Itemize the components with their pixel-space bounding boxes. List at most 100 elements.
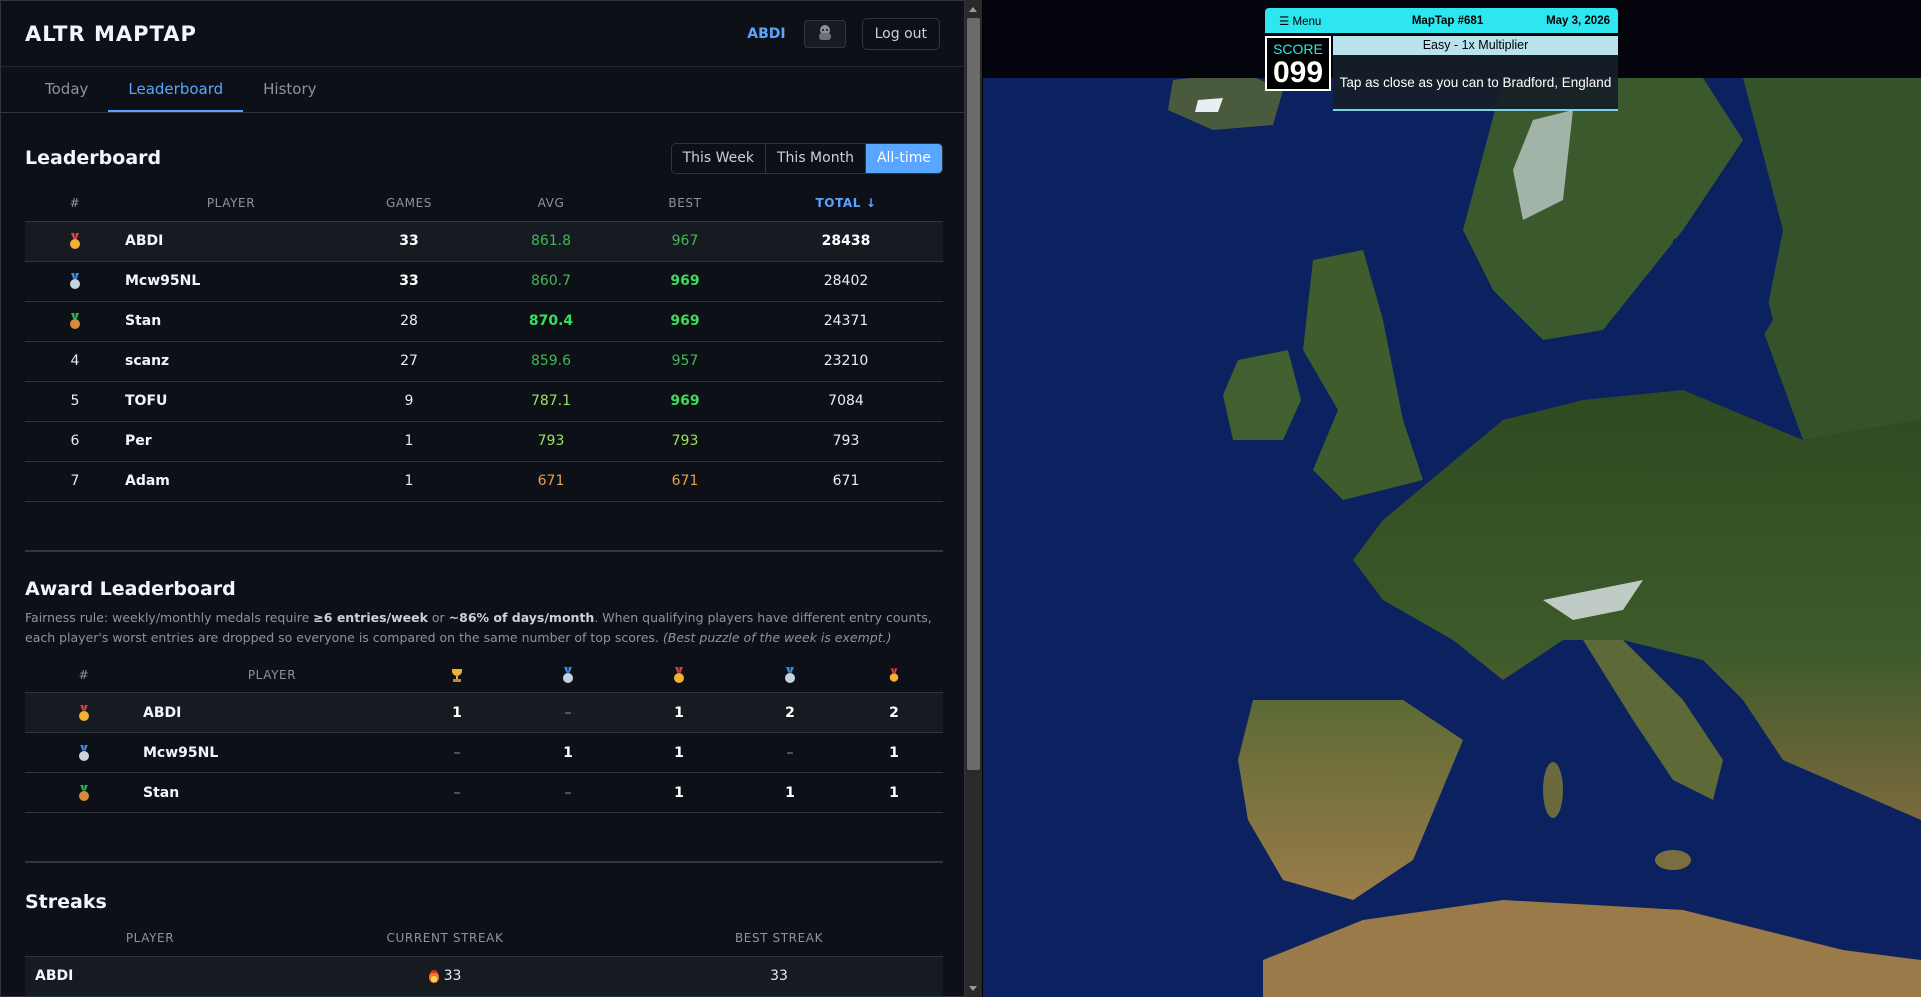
- silver-medal-icon: [735, 658, 845, 693]
- tab-today[interactable]: Today: [25, 67, 108, 112]
- tab-leaderboard[interactable]: Leaderboard: [108, 67, 244, 112]
- range-all-time-button[interactable]: All-time: [865, 143, 942, 173]
- bronze-medal-icon: [25, 772, 143, 813]
- player-name: ABDI: [125, 220, 337, 261]
- total-cell: 28402: [749, 260, 943, 301]
- maptap-overlay: ☰ Menu MapTap #681 May 3, 2026 SCORE 099…: [1265, 8, 1618, 111]
- player-name: ABDI: [143, 692, 401, 733]
- sicily-island: [1655, 850, 1691, 870]
- award-cell: 1: [735, 772, 845, 813]
- table-row: 4 scanz 27 859.6 957 23210: [25, 340, 943, 381]
- award-cell: –: [401, 772, 513, 813]
- tab-history[interactable]: History: [243, 67, 336, 112]
- scrollbar[interactable]: [965, 0, 982, 997]
- rank-cell: 7: [25, 460, 125, 502]
- europe-satellite-map[interactable]: [983, 0, 1921, 997]
- col-rank: #: [69, 196, 81, 211]
- gold-medal-icon: [623, 658, 735, 693]
- gold-medal-icon: [845, 658, 943, 693]
- games-cell: 9: [337, 380, 481, 421]
- scroll-down-arrow-icon[interactable]: [969, 986, 977, 991]
- main-tabs: Today Leaderboard History: [1, 67, 964, 113]
- app-root: ALTR MAPTAP ABDI Log out Today Leaderboa…: [0, 0, 1921, 997]
- col-rank: #: [78, 667, 90, 682]
- scrollbar-thumb[interactable]: [967, 18, 980, 770]
- games-cell: 33: [337, 260, 481, 301]
- leaderboard-header: Leaderboard This Week This Month All-tim…: [25, 138, 943, 178]
- score-box: SCORE 099: [1265, 36, 1331, 91]
- avg-cell: 860.7: [481, 260, 621, 301]
- col-avg: AVG: [537, 196, 565, 211]
- best-cell: 957: [621, 340, 749, 381]
- award-cell: 1: [845, 732, 943, 773]
- award-cell: 1: [623, 692, 735, 733]
- gold-medal-icon: [25, 220, 125, 261]
- table-row: 7 Adam 1 671 671 671: [25, 460, 943, 502]
- scroll-up-arrow-icon[interactable]: [969, 7, 977, 12]
- avg-cell: 861.8: [481, 220, 621, 261]
- range-this-week-button[interactable]: This Week: [671, 143, 766, 173]
- range-this-month-button[interactable]: This Month: [766, 143, 866, 173]
- total-cell: 7084: [749, 380, 943, 421]
- logout-button[interactable]: Log out: [861, 17, 940, 50]
- bronze-medal-icon: [25, 300, 125, 341]
- table-row: Mcw95NL – 1 1 – 1: [25, 732, 943, 773]
- rank-cell: 6: [25, 420, 125, 461]
- player-name: Mcw95NL: [143, 732, 401, 773]
- player-name: Stan: [143, 772, 401, 813]
- total-cell: 23210: [749, 340, 943, 381]
- table-row: ABDI 1 – 1 2 2: [25, 692, 943, 733]
- col-best: BEST: [668, 196, 702, 211]
- total-cell: 24371: [749, 300, 943, 341]
- best-cell: 969: [621, 260, 749, 301]
- award-cell: –: [401, 732, 513, 773]
- current-streak-value: 33: [443, 968, 462, 984]
- avg-cell: 859.6: [481, 340, 621, 381]
- leaderboard-panel: ALTR MAPTAP ABDI Log out Today Leaderboa…: [0, 0, 965, 997]
- leaderboard-title: Leaderboard: [25, 147, 162, 169]
- games-cell: 33: [337, 220, 481, 261]
- award-cell: 1: [513, 732, 623, 773]
- col-best-streak: BEST STREAK: [734, 931, 824, 946]
- score-value: 099: [1272, 56, 1324, 89]
- difficulty-label: Easy - 1x Multiplier: [1333, 36, 1618, 55]
- location-prompt: Tap as close as you can to Bradford, Eng…: [1333, 55, 1618, 111]
- current-user-link[interactable]: ABDI: [747, 26, 785, 42]
- table-row: 5 TOFU 9 787.1 969 7084: [25, 380, 943, 421]
- award-table: # PLAYER ABDI 1 – 1 2 2 Mcw95NL – 1 1 – …: [25, 658, 943, 813]
- best-cell: 793: [621, 420, 749, 461]
- col-player: PLAYER: [125, 931, 175, 946]
- maptap-title-bar: ☰ Menu MapTap #681 May 3, 2026: [1265, 8, 1618, 33]
- col-player: PLAYER: [247, 667, 297, 682]
- table-row: 6 Per 1 793 793 793: [25, 420, 943, 461]
- streaks-title: Streaks: [25, 891, 107, 913]
- player-name: Stan: [125, 300, 337, 341]
- maptap-game-number: MapTap #681: [1411, 14, 1484, 27]
- map-view[interactable]: ☰ Menu MapTap #681 May 3, 2026 SCORE 099…: [983, 0, 1921, 997]
- player-name: Mcw95NL: [125, 260, 337, 301]
- games-cell: 27: [337, 340, 481, 381]
- time-range-toggle: This Week This Month All-time: [670, 142, 943, 174]
- current-streak-cell: 33: [275, 955, 615, 996]
- games-cell: 28: [337, 300, 481, 341]
- table-row: ABDI 33 33: [25, 955, 943, 996]
- total-cell: 28438: [749, 220, 943, 261]
- maptap-menu-button[interactable]: ☰ Menu: [1279, 14, 1379, 28]
- best-cell: 967: [621, 220, 749, 261]
- maptap-date: May 3, 2026: [1546, 14, 1610, 27]
- col-player: PLAYER: [206, 196, 256, 211]
- total-cell: 671: [749, 460, 943, 502]
- player-name: scanz: [125, 340, 337, 381]
- rank-cell: 5: [25, 380, 125, 421]
- streaks-table: PLAYER CURRENT STREAK BEST STREAK ABDI 3…: [25, 921, 943, 996]
- col-total-sort[interactable]: TOTAL ↓: [749, 186, 943, 221]
- avg-cell: 671: [481, 460, 621, 502]
- avatar-button[interactable]: [803, 19, 846, 48]
- player-name: Adam: [125, 460, 337, 502]
- app-header: ALTR MAPTAP ABDI Log out: [1, 1, 964, 67]
- award-cell: 1: [845, 772, 943, 813]
- award-cell: –: [513, 772, 623, 813]
- avg-cell: 793: [481, 420, 621, 461]
- award-cell: –: [513, 692, 623, 733]
- table-row: Stan – – 1 1 1: [25, 772, 943, 813]
